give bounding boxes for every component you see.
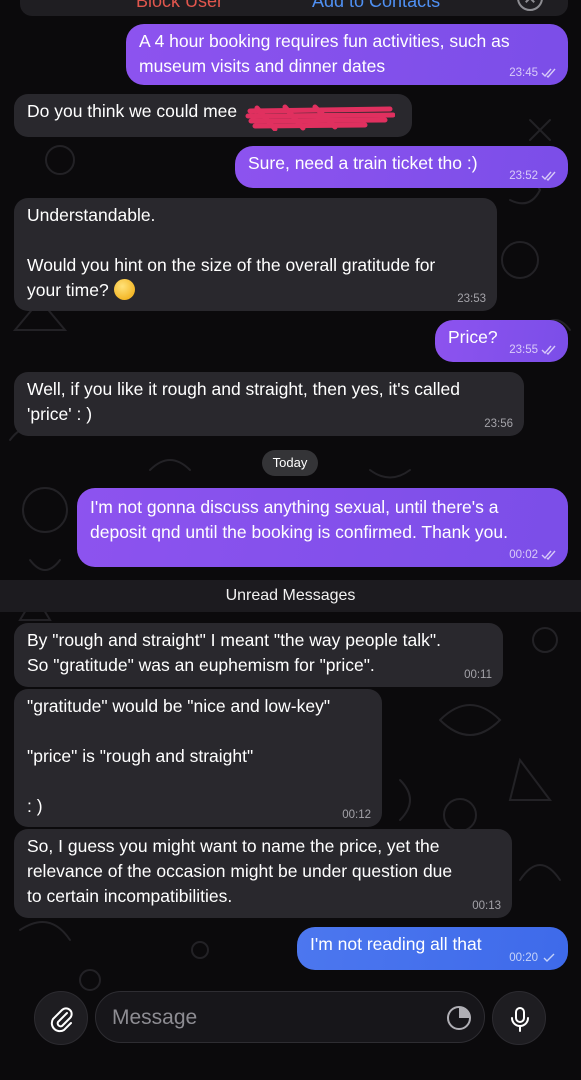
message-text: I'm not gonna discuss anything sexual, u… [90, 497, 508, 542]
microphone-icon [511, 1007, 529, 1032]
paperclip-icon [50, 1007, 73, 1033]
incoming-message[interactable]: So, I guess you might want to name the p… [14, 829, 512, 918]
message-meta: 23:53 [457, 292, 486, 306]
message-text: So, I guess you might want to name the p… [27, 836, 453, 906]
double-check-icon [541, 550, 557, 560]
message-input[interactable] [112, 1004, 432, 1032]
incoming-message[interactable]: "gratitude" would be "nice and low-key" … [14, 689, 382, 827]
message-time: 23:56 [484, 418, 513, 430]
message-composer [0, 985, 581, 1080]
message-text: "gratitude" would be "nice and low-key" … [27, 696, 331, 816]
add-to-contacts-button[interactable]: Add to Contacts [312, 0, 440, 11]
message-text: Well, if you like it rough and straight,… [27, 379, 460, 424]
incoming-message[interactable]: Understandable. Would you hint on the si… [14, 198, 497, 311]
message-meta: 23:45 [509, 66, 557, 80]
message-meta: 00:13 [472, 899, 501, 913]
message-time: 00:12 [342, 809, 371, 821]
double-check-icon [541, 171, 557, 181]
message-time: 23:52 [509, 170, 538, 182]
message-field[interactable] [95, 991, 485, 1043]
incoming-message[interactable]: By "rough and straight" I meant "the way… [14, 623, 503, 687]
message-meta: 00:12 [342, 808, 371, 822]
message-meta: 23:56 [484, 417, 513, 431]
message-time: 00:13 [472, 900, 501, 912]
outgoing-message[interactable]: I'm not reading all that 00:20 [297, 927, 568, 970]
redaction-scribble [245, 104, 395, 131]
message-meta: 23:55 [509, 343, 557, 357]
contact-action-bar: Block User Add to Contacts [20, 0, 568, 16]
message-time: 23:55 [509, 344, 538, 356]
outgoing-message[interactable]: Sure, need a train ticket tho :) 23:52 [235, 146, 568, 188]
outgoing-message[interactable]: Price? 23:55 [435, 320, 568, 362]
block-user-button[interactable]: Block User [136, 0, 223, 11]
voice-record-button[interactable] [492, 991, 546, 1045]
close-icon[interactable] [517, 0, 543, 11]
message-time: 23:53 [457, 293, 486, 305]
message-time: 00:11 [464, 669, 492, 681]
double-check-icon [541, 68, 557, 78]
message-meta: 00:11 [464, 668, 492, 682]
unread-messages-divider: Unread Messages [0, 580, 581, 612]
check-icon [541, 953, 557, 963]
date-separator: Today [262, 450, 318, 476]
message-text: By "rough and straight" I meant "the way… [27, 630, 441, 675]
message-time: 00:02 [509, 549, 538, 561]
attach-button[interactable] [34, 991, 88, 1045]
grinning-sweat-emoji [113, 279, 135, 300]
double-check-icon [541, 345, 557, 355]
sticker-icon[interactable] [446, 1005, 472, 1031]
message-time: 23:45 [509, 67, 538, 79]
outgoing-message[interactable]: A 4 hour booking requires fun activities… [126, 24, 568, 85]
message-text: A 4 hour booking requires fun activities… [139, 31, 510, 76]
message-meta: 00:02 [509, 548, 557, 562]
incoming-message[interactable]: Well, if you like it rough and straight,… [14, 372, 524, 436]
outgoing-message[interactable]: I'm not gonna discuss anything sexual, u… [77, 488, 568, 567]
message-meta: 23:52 [509, 169, 557, 183]
message-meta: 00:20 [509, 951, 557, 965]
message-time: 00:20 [509, 952, 538, 964]
message-text: Understandable. Would you hint on the si… [27, 205, 436, 300]
